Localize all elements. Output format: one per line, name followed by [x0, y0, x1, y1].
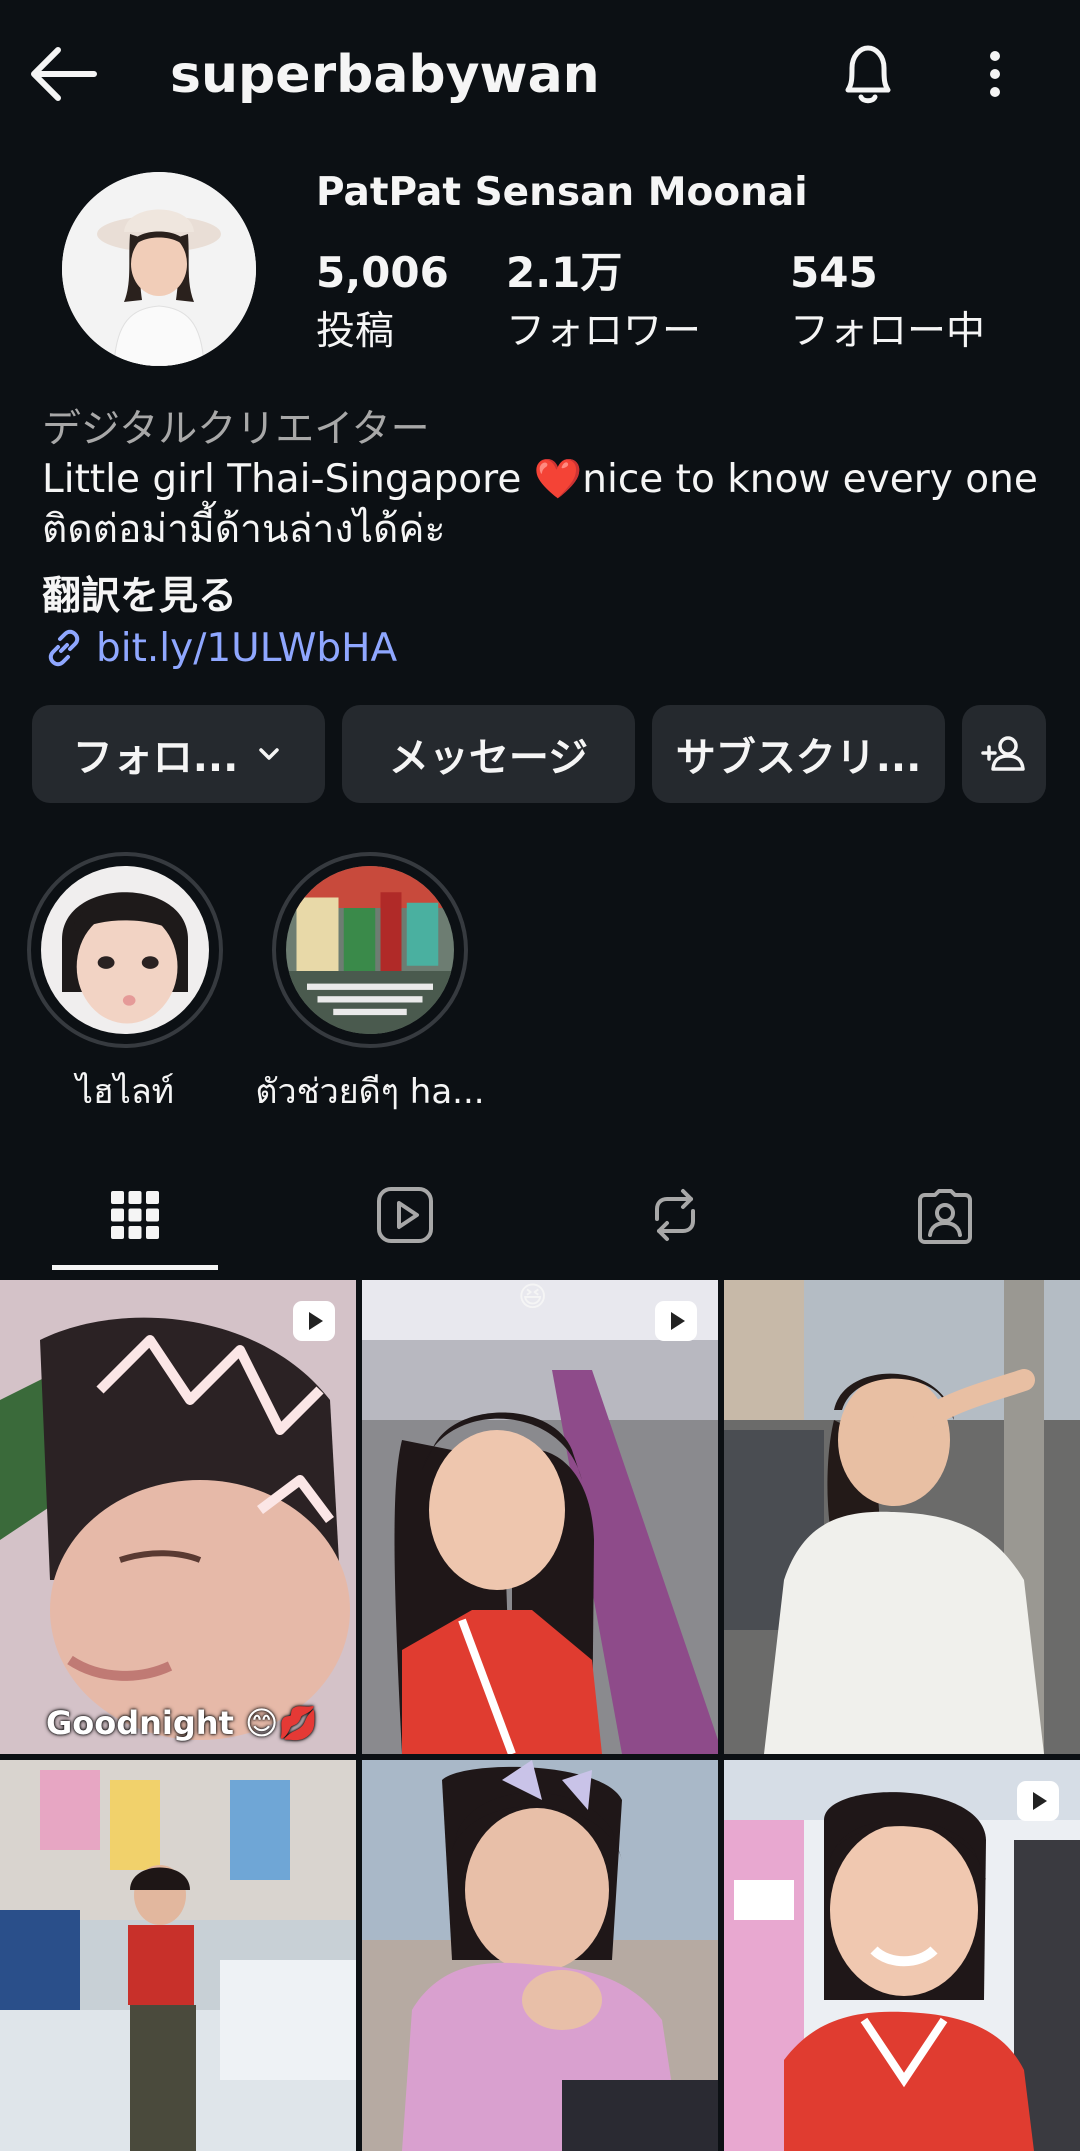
message-button[interactable]: メッセージ [342, 705, 635, 803]
tab-reposts[interactable] [540, 1160, 810, 1270]
tagged-person-icon [918, 1189, 972, 1244]
post-thumbnail[interactable] [724, 1760, 1080, 2151]
post-image [362, 1280, 718, 1754]
highlight-item[interactable]: ตัวช่วยดีๆ ha... [245, 852, 495, 1118]
following-count-label: フォロー中 [790, 309, 986, 354]
highlight-label: ตัวช่วยดีๆ ha... [255, 1072, 485, 1112]
profile-bio: Little girl Thai-Singapore ❤️nice to kno… [42, 457, 1038, 552]
post-image [724, 1280, 1080, 1754]
reel-indicator-icon [655, 1301, 697, 1341]
tab-posts-grid[interactable] [0, 1160, 270, 1270]
active-tab-indicator [52, 1265, 218, 1270]
more-vertical-icon[interactable] [975, 44, 1015, 104]
grid-icon [111, 1191, 159, 1239]
posts-count-value: 5,006 [316, 248, 449, 297]
message-button-label: メッセージ [388, 735, 589, 781]
tab-reels[interactable] [270, 1160, 540, 1270]
link-icon [48, 629, 80, 667]
post-thumbnail[interactable]: Goodnight 😊💋 [0, 1280, 356, 1754]
add-user-icon [981, 736, 1025, 771]
profile-category: デジタルクリエイター [42, 407, 430, 452]
highlight-item[interactable]: ไฮไลท์ [0, 852, 250, 1118]
following-count[interactable]: 545 フォロー中 [790, 248, 986, 354]
post-image [0, 1760, 356, 2151]
post-thumbnail[interactable] [362, 1760, 718, 2151]
post-image [362, 1760, 718, 2151]
highlight-ring [272, 852, 468, 1048]
profile-link[interactable]: bit.ly/1ULWbHA [42, 620, 397, 676]
tab-tagged[interactable] [810, 1160, 1080, 1270]
post-emoji-overlay: 😆 [518, 1280, 548, 1313]
followers-count-value: 2.1万 [506, 248, 623, 297]
post-image [0, 1280, 356, 1754]
profile-link-text: bit.ly/1ULWbHA [96, 625, 398, 671]
highlight-cover-image [41, 866, 209, 1034]
following-button-label: フォロ... [72, 735, 239, 781]
display-name: PatPat Sensan Moonai [316, 170, 808, 215]
subscribe-button-label: サブスクリ... [675, 735, 922, 781]
see-translation-link[interactable]: 翻訳を見る [42, 565, 237, 621]
highlight-cover-image [286, 866, 454, 1034]
bell-icon[interactable] [836, 40, 900, 108]
reel-indicator-icon [1017, 1781, 1059, 1821]
post-thumbnail[interactable] [724, 1280, 1080, 1754]
post-thumbnail[interactable] [0, 1760, 356, 2151]
subscribe-button[interactable]: サブスクリ... [652, 705, 945, 803]
highlight-label: ไฮไลท์ [75, 1072, 175, 1112]
followers-count[interactable]: 2.1万 フォロワー [506, 248, 702, 354]
profile-username: superbabywan [170, 45, 600, 105]
repost-icon [655, 1189, 695, 1241]
posts-count: 5,006 投稿 [316, 248, 449, 354]
chevron-down-icon [259, 748, 280, 760]
followers-count-label: フォロワー [506, 309, 702, 354]
post-caption-overlay: Goodnight 😊💋 [46, 1704, 319, 1742]
posts-count-label: 投稿 [316, 309, 395, 354]
reels-play-icon [377, 1187, 433, 1243]
suggested-users-button[interactable] [962, 705, 1046, 803]
highlight-ring [27, 852, 223, 1048]
following-count-value: 545 [790, 248, 878, 297]
post-thumbnail[interactable]: 😆 [362, 1280, 718, 1754]
reel-indicator-icon [293, 1301, 335, 1341]
back-arrow-icon[interactable] [28, 42, 100, 106]
profile-avatar[interactable] [62, 172, 256, 366]
following-dropdown-button[interactable]: フォロ... [32, 705, 325, 803]
